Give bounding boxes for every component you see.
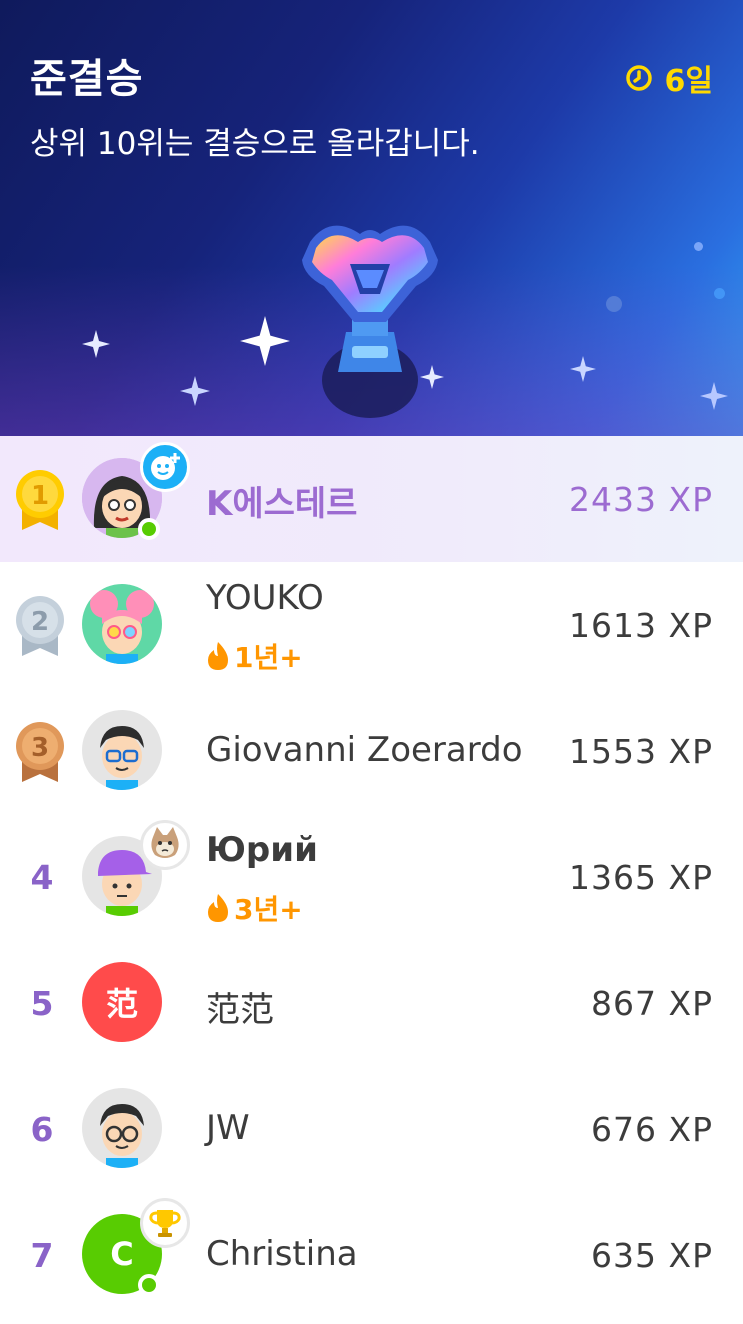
- league-header: 준결승 6일 상위 10위는 결승으로 올라갑니다.: [0, 0, 743, 436]
- clock-icon: [625, 65, 652, 91]
- time-remaining: 6일: [625, 56, 713, 100]
- leaderboard-row[interactable]: 4 Юрий 3년+ 1365 XP: [0, 814, 743, 940]
- xp-value: 2433 XP: [569, 479, 713, 519]
- user-name: JW: [206, 1108, 250, 1148]
- avatar[interactable]: [82, 1088, 162, 1168]
- avatar[interactable]: 范: [82, 962, 162, 1042]
- rank-number: 1: [31, 481, 49, 511]
- sparkle-icon: [240, 316, 290, 366]
- sparkle-icon: [180, 376, 210, 406]
- leaderboard-row[interactable]: 2 YOUKO 1년+ 1613 XP: [0, 562, 743, 688]
- cat-icon: [140, 820, 190, 870]
- xp-value: 1553 XP: [569, 731, 713, 771]
- avatar-initial: 范: [105, 985, 138, 1023]
- streak-text: 1년+: [234, 641, 303, 674]
- xp-value: 676 XP: [591, 1109, 713, 1149]
- flame-icon: [208, 894, 228, 922]
- avatar[interactable]: [82, 584, 162, 664]
- online-indicator: [138, 1274, 160, 1296]
- rank-number: 5: [30, 983, 54, 1023]
- league-subtitle: 상위 10위는 결승으로 올라갑니다.: [30, 126, 480, 162]
- rank-number: 4: [30, 857, 54, 897]
- star-dot: [694, 242, 703, 251]
- user-name: Christina: [206, 1234, 358, 1274]
- add-friend-icon[interactable]: [140, 442, 190, 492]
- rank-number: 3: [31, 733, 49, 763]
- user-name: YOUKO: [206, 578, 324, 618]
- leaderboard-row[interactable]: 3 Giovanni Zoerardo 1553 XP: [0, 688, 743, 814]
- streak: 3년+: [206, 888, 303, 928]
- user-name: Giovanni Zoerardo: [206, 730, 523, 770]
- bronze-medal-icon: 3: [16, 722, 64, 782]
- streak-text: 3년+: [234, 893, 303, 926]
- xp-value: 1613 XP: [569, 605, 713, 645]
- sparkle-icon: [700, 382, 728, 410]
- leaderboard-row[interactable]: 7 C Christina 635 XP: [0, 1192, 743, 1318]
- rank-number: 7: [30, 1235, 54, 1275]
- gold-medal-icon: 1: [16, 470, 64, 530]
- sparkle-icon: [82, 330, 110, 358]
- online-indicator: [138, 518, 160, 540]
- avatar[interactable]: [82, 710, 162, 790]
- flame-icon: [208, 642, 228, 670]
- leaderboard-row[interactable]: 1 K에스테르 2433 XP: [0, 436, 743, 562]
- silver-medal-icon: 2: [16, 596, 64, 656]
- semifinal-trophy-icon: [302, 225, 438, 418]
- xp-value: 1365 XP: [569, 857, 713, 897]
- star-dot: [714, 288, 725, 299]
- rank-number: 6: [30, 1109, 54, 1149]
- rank-number: 2: [31, 607, 49, 637]
- user-name: K에스테르: [206, 484, 358, 524]
- sparkle-icon: [570, 356, 596, 382]
- xp-value: 867 XP: [591, 983, 713, 1023]
- streak: 1년+: [206, 636, 303, 676]
- xp-value: 635 XP: [591, 1235, 713, 1275]
- trophy-icon: [140, 1198, 190, 1248]
- league-title: 준결승: [30, 56, 144, 102]
- leaderboard-row[interactable]: 5 范 范范 867 XP: [0, 940, 743, 1066]
- user-name: Юрий: [206, 830, 318, 870]
- user-name: 范范: [206, 990, 274, 1030]
- star-dot: [606, 296, 622, 312]
- time-remaining-text: 6일: [664, 64, 713, 99]
- leaderboard-row[interactable]: 6 JW 676 XP: [0, 1066, 743, 1192]
